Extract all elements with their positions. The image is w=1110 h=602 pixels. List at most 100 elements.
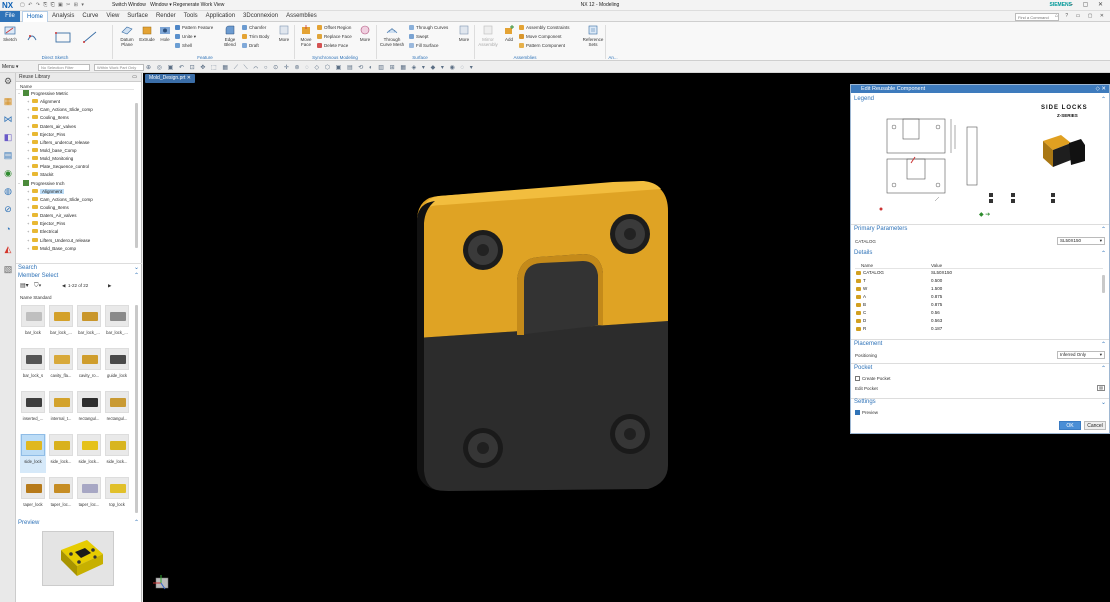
gear-icon[interactable]: ⚙ <box>2 75 14 87</box>
details-row[interactable]: T 0.500 <box>855 277 1103 285</box>
member-thumbnail[interactable]: guide_lock <box>104 348 130 387</box>
member-thumbnail[interactable]: bar_lock <box>20 305 46 344</box>
tree-item[interactable]: + Mold_Monitoring <box>16 155 134 163</box>
member-thumbnail[interactable]: side_lock... <box>48 434 74 473</box>
mirror-assembly-button[interactable]: Mirror Assembly <box>477 24 499 47</box>
tree-item[interactable]: + Stackit <box>16 171 134 179</box>
offset-region-button[interactable]: Offset Region <box>317 23 351 32</box>
more-feature-button[interactable]: More <box>276 24 292 42</box>
through-curves-button[interactable]: Through Curves <box>409 23 448 32</box>
more-surface-button[interactable]: More <box>456 24 472 42</box>
rectangle-icon[interactable] <box>55 32 71 43</box>
details-param-value[interactable]: 1.500 <box>931 285 942 293</box>
details-param-value[interactable]: 0.187 <box>931 325 942 333</box>
details-row[interactable]: W 1.500 <box>855 285 1103 293</box>
tree-scrollbar[interactable] <box>135 103 138 248</box>
reuse-library-icon[interactable]: ▤ <box>2 149 14 161</box>
roles-icon[interactable]: ▧ <box>2 263 14 275</box>
tree-item[interactable]: + Cooling_Items <box>16 204 134 212</box>
move-component-button[interactable]: Move Component <box>519 32 562 41</box>
snap-and-view-tools[interactable]: ⊕ ◎ ▣ ↶ ⊡ ✥ ⬚ ▦ ⟋ ⟍ ⌒ ○ ⊙ ✛ ⊚ ◌ ◇ ⬡ ▣ ▤ … <box>146 64 475 72</box>
member-thumbnail[interactable]: rectangul... <box>76 391 102 430</box>
move-face-button[interactable]: Move Face <box>297 24 315 47</box>
menu-button[interactable]: Menu ▾ <box>2 64 18 70</box>
delete-face-button[interactable]: Delete Face <box>317 41 348 50</box>
details-row[interactable]: C 0.56 <box>855 309 1103 317</box>
member-thumbnail[interactable]: top_lock <box>104 477 130 516</box>
details-param-value[interactable]: 0.875 <box>931 301 942 309</box>
member-thumbnail[interactable]: taper_loc... <box>48 477 74 516</box>
member-thumbnail[interactable]: side_lock... <box>76 434 102 473</box>
tree-item[interactable]: + Electrical <box>16 228 134 236</box>
details-row[interactable]: R 0.187 <box>855 325 1103 333</box>
replace-face-button[interactable]: Replace Face <box>317 32 352 41</box>
datum-plane-button[interactable]: Datum Plane <box>118 24 136 47</box>
search-section-header[interactable]: Search ⌄ <box>16 263 142 272</box>
member-thumbnail[interactable]: side_lock... <box>104 434 130 473</box>
quick-access-toolbar[interactable]: ▢ ↶ ↷ ⎘ ⎗ ▣ ✂ ⊞ ▾ <box>20 2 85 8</box>
member-thumbnail[interactable]: side_lock <box>20 434 46 473</box>
sketch-button[interactable]: Sketch <box>2 24 18 42</box>
tree-item[interactable]: + Alignment <box>16 98 134 106</box>
details-param-value[interactable]: 0.500 <box>931 277 942 285</box>
create-pocket-checkbox[interactable] <box>855 376 860 381</box>
member-thumbnail[interactable]: internal_t... <box>48 391 74 430</box>
member-thumbnail[interactable]: cavity_fla... <box>48 348 74 387</box>
tree-item[interactable]: + Mold_base_Comp <box>16 147 134 155</box>
line-icon[interactable] <box>83 31 97 43</box>
tree-item[interactable]: + Lifters_undercut_release <box>16 139 134 147</box>
palette-icon[interactable]: ◭ <box>2 243 14 255</box>
preview-checkbox[interactable] <box>855 410 860 415</box>
add-component-button[interactable]: Add <box>502 24 516 42</box>
clock-icon[interactable]: ◔ <box>2 223 14 235</box>
more-sync-button[interactable]: More <box>357 24 373 42</box>
details-param-value[interactable]: 0.56 <box>931 309 940 317</box>
member-select-section-header[interactable]: Member Select ⌃ <box>16 272 142 281</box>
ok-button[interactable]: OK <box>1059 421 1081 430</box>
tree-item[interactable]: + Mold_Base_comp <box>16 245 134 253</box>
history-icon[interactable]: ⊘ <box>2 203 14 215</box>
pattern-component-button[interactable]: Pattern Component <box>519 41 565 50</box>
swept-button[interactable]: Swept <box>409 32 429 41</box>
window-menu[interactable]: Window ▾ Regenerate Work View <box>150 2 224 8</box>
page-first-icon[interactable]: ◀ <box>62 283 65 289</box>
catalog-dropdown[interactable]: SL50X150 ▾ <box>1057 237 1105 245</box>
window-controls[interactable]: – ▢ ✕ <box>1070 1 1107 8</box>
chevron-up-icon[interactable]: ⌃ <box>1101 96 1106 103</box>
page-next-icon[interactable]: ▶ <box>108 283 111 289</box>
tree-item[interactable]: + Cam_Actions_Slide_comp <box>16 196 134 204</box>
unite-button[interactable]: Unite ▾ <box>175 32 196 41</box>
chamfer-button[interactable]: Chamfer <box>242 23 266 32</box>
tree-item[interactable]: + Lifters_Undercut_release <box>16 237 134 245</box>
tree-item[interactable]: + Ejector_Pins <box>16 131 134 139</box>
reference-sets-button[interactable]: Reference Sets <box>580 24 606 47</box>
member-thumbnail[interactable]: bar_lock_... <box>104 305 130 344</box>
filter-icon[interactable]: ⛉▾ <box>34 283 41 289</box>
constraint-navigator-icon[interactable]: ⋈ <box>2 113 14 125</box>
pattern-feature-button[interactable]: Pattern Feature <box>175 23 213 32</box>
tree-item[interactable]: + Cam_Actions_Slide_comp <box>16 106 134 114</box>
web-browser-icon[interactable]: ◍ <box>2 185 14 197</box>
details-row[interactable]: A 0.875 <box>855 293 1103 301</box>
member-scrollbar[interactable] <box>135 305 138 513</box>
command-finder-input[interactable] <box>1015 13 1059 21</box>
member-thumbnail[interactable]: bar_lock_... <box>48 305 74 344</box>
part-navigator-icon[interactable]: ◧ <box>2 131 14 143</box>
tree-item[interactable]: + Ejector_Pins <box>16 220 134 228</box>
edge-blend-button[interactable]: Edge Blend <box>221 24 239 47</box>
assembly-constraints-button[interactable]: Assembly Constraints <box>519 23 570 32</box>
file-menu[interactable]: File <box>0 11 20 22</box>
draft-button[interactable]: Draft <box>242 41 259 50</box>
details-param-value[interactable]: SL50X150 <box>931 269 952 277</box>
details-scrollbar[interactable] <box>1102 275 1105 293</box>
cancel-button[interactable]: Cancel <box>1084 421 1106 430</box>
member-thumbnail[interactable]: cavity_ro... <box>76 348 102 387</box>
member-thumbnail[interactable]: rectangul... <box>104 391 130 430</box>
member-thumbnail[interactable]: taper_loc... <box>76 477 102 516</box>
member-thumbnail[interactable]: bar_lock_s <box>20 348 46 387</box>
hole-button[interactable]: Hole <box>158 24 172 42</box>
edit-pocket-button[interactable]: ▤ <box>1097 385 1105 391</box>
tree-item[interactable]: − Progressive Inch <box>16 179 134 188</box>
preview-section-header[interactable]: Preview ⌃ <box>16 519 142 528</box>
shell-button[interactable]: Shell <box>175 41 192 50</box>
